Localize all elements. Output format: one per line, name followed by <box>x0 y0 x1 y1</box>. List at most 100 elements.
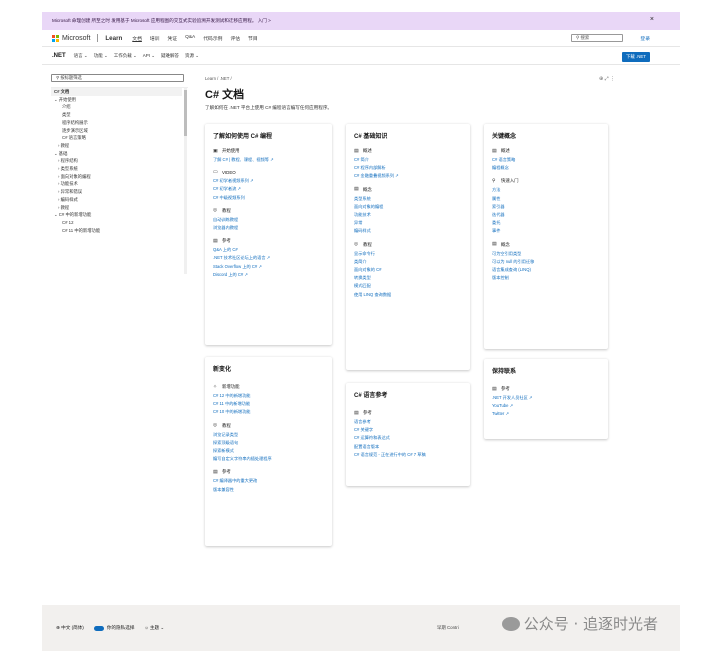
toc-item-oop[interactable]: › 面向对象的编程 <box>51 173 188 181</box>
toc-item-language-strategy[interactable]: C# 语言策略 <box>51 134 188 142</box>
search-input[interactable]: ⚲ 搜索 <box>571 34 623 42</box>
subnav-api[interactable]: API ⌄ <box>143 53 155 59</box>
card-link[interactable]: Twitter ↗ <box>492 410 600 418</box>
toc-item-functional[interactable]: › 功能技术 <box>51 180 188 188</box>
subnav-resources[interactable]: 资源 ⌄ <box>185 53 199 59</box>
card-link[interactable]: 编程概念 <box>492 164 600 172</box>
page-actions[interactable]: ⊕ ⤢ ⋮ <box>599 76 615 82</box>
card-link[interactable]: .NET 技术社区论坛上的语言 ↗ <box>213 254 324 262</box>
card-link[interactable]: C# 运算符和表达式 <box>354 434 462 442</box>
card-link[interactable]: 属性 <box>492 195 600 203</box>
card-link[interactable]: 语言参考 <box>354 418 462 426</box>
toc-item-fundamentals[interactable]: ⌄ 基础 <box>51 150 188 158</box>
toc-item-program-structure[interactable]: 程序结构展示 <box>51 119 188 127</box>
card-link[interactable]: 浏览记录类型 <box>213 431 324 439</box>
card-link[interactable]: Q&A 上的 C# <box>213 246 324 254</box>
toc-item-get-started[interactable]: ⌄ 开始使用 <box>51 96 188 104</box>
toc-item-types[interactable]: 类型 <box>51 111 188 119</box>
card-link[interactable]: 迭代器 <box>492 211 600 219</box>
card-link[interactable]: 版本控制 <box>492 274 600 282</box>
card-link[interactable]: C# 语言规范 - 正在进行中的 C# 7 草稿 <box>354 451 462 459</box>
card-link[interactable]: 委托 <box>492 219 600 227</box>
card-link[interactable]: 编码样式 <box>354 227 462 235</box>
card-link[interactable]: 面向对象的 C# <box>354 266 462 274</box>
card-link[interactable]: YouTube ↗ <box>492 402 600 410</box>
microsoft-logo[interactable]: Microsoft <box>52 34 90 42</box>
card-link[interactable]: 探索顶级语句 <box>213 439 324 447</box>
card-link[interactable]: C# 金融重叠视频系列 ↗ <box>354 172 462 180</box>
card-link[interactable]: 模式匹配 <box>354 282 462 290</box>
card-link[interactable]: 探索新模式 <box>213 447 324 455</box>
card-link[interactable]: 转换类型 <box>354 274 462 282</box>
toc-item-intro[interactable]: 介绍 <box>51 103 188 111</box>
card-link[interactable]: 编写自定义字符串内插处理程序 <box>213 455 324 463</box>
toc-item-type-system[interactable]: › 类型系统 <box>51 165 188 173</box>
toc-item-whats-new[interactable]: ⌄ C# 中的新增功能 <box>51 211 188 219</box>
subnav-languages[interactable]: 语言 ⌄ <box>74 53 88 59</box>
card-link[interactable]: 显示命令行 <box>354 250 462 258</box>
card-link[interactable]: 事件 <box>492 227 600 235</box>
card-link[interactable]: 索引器 <box>492 203 600 211</box>
toc-item-coding-style[interactable]: › 编码样式 <box>51 196 188 204</box>
sign-in-link[interactable]: 登录 <box>640 35 650 42</box>
card-link[interactable]: 异常 <box>354 219 462 227</box>
theme-selector[interactable]: ☼ 主题 ⌄ <box>144 625 164 631</box>
nav-training[interactable]: 培训 <box>150 35 160 42</box>
card-link[interactable]: C# 初学者视频系列 ↗ <box>213 177 324 185</box>
toc-item-csharp-docs[interactable]: C# 文档 <box>51 88 182 96</box>
subnav-features[interactable]: 功能 ⌄ <box>94 53 108 59</box>
toc-item-tutorials[interactable]: › 教程 <box>51 142 188 150</box>
card-link[interactable]: C# 11 中的新增功能 <box>213 400 324 408</box>
card-link[interactable]: Stack Overflow 上的 C# ↗ <box>213 263 324 271</box>
toc-item-csharp-12[interactable]: C# 12 <box>51 219 188 227</box>
card-link[interactable]: C# 编译器中的重大更改 <box>213 477 324 485</box>
nav-credentials[interactable]: 凭证 <box>167 35 177 42</box>
toc-item-csharp-11[interactable]: C# 11 中的新增功能 <box>51 227 188 235</box>
card-link[interactable]: 使用 LINQ 查询数据 <box>354 291 462 299</box>
subnav-troubleshooting[interactable]: 疑难解答 <box>161 53 179 59</box>
nav-docs[interactable]: 文档 <box>132 35 142 42</box>
subnav-workloads[interactable]: 工作负载 ⌄ <box>114 53 137 59</box>
learn-link[interactable]: Learn <box>105 35 122 42</box>
nav-qa[interactable]: Q&A <box>185 35 195 42</box>
card-link[interactable]: C# 关键字 <box>354 426 462 434</box>
card-link[interactable]: .NET 开发人员社区 ↗ <box>492 394 600 402</box>
card-link[interactable]: Discord 上的 C# ↗ <box>213 271 324 279</box>
card-link[interactable]: C# 简介 <box>354 156 462 164</box>
card-link[interactable]: 配置语言版本 <box>354 443 462 451</box>
nav-code-samples[interactable]: 代码示例 <box>203 35 222 42</box>
card-link[interactable]: C# 初学者流 ↗ <box>213 185 324 193</box>
card-link[interactable]: 类型系统 <box>354 195 462 203</box>
card-link[interactable]: 版本兼容性 <box>213 486 324 494</box>
breadcrumb[interactable]: Learn / .NET / <box>205 76 615 81</box>
language-selector[interactable]: ⊕ 中文 (简体) <box>56 625 84 631</box>
scrollbar-thumb[interactable] <box>184 90 187 136</box>
card-link[interactable]: C# 中级视频系列 <box>213 194 324 202</box>
filter-input[interactable]: ⚲ 按标题筛选 <box>51 74 184 82</box>
download-dotnet-button[interactable]: 下载 .NET <box>621 52 650 62</box>
card-link[interactable]: 功能技术 <box>354 211 462 219</box>
card-link[interactable]: C# 语言策略 <box>492 156 600 164</box>
card-link[interactable]: C# 10 中的新增功能 <box>213 408 324 416</box>
product-title[interactable]: .NET <box>52 53 66 59</box>
card-link[interactable]: 语言集成查询 (LINQ) <box>492 266 600 274</box>
nav-shows[interactable]: 节目 <box>248 35 258 42</box>
sidebar-scrollbar[interactable] <box>184 88 187 274</box>
card-link[interactable]: C# 程序内部解析 <box>354 164 462 172</box>
card-link[interactable]: 浏览器内教程 <box>213 224 324 232</box>
card-link[interactable]: 了解 C# | 教程、课程、视频等 ↗ <box>213 156 324 164</box>
card-link[interactable]: 方法 <box>492 186 600 194</box>
card-link[interactable]: C# 12 中的新增功能 <box>213 392 324 400</box>
toc-item-exceptions[interactable]: › 异常和错误 <box>51 188 188 196</box>
toc-item-program-structure-2[interactable]: › 程序结构 <box>51 157 188 165</box>
card-link[interactable]: 自动训练教程 <box>213 216 324 224</box>
previous-versions-link[interactable]: 早期 Contri <box>437 625 459 631</box>
card-link[interactable]: 类简介 <box>354 258 462 266</box>
toc-item-tutorials-2[interactable]: › 教程 <box>51 204 188 212</box>
nav-assessments[interactable]: 评估 <box>230 35 240 42</box>
close-icon[interactable]: × <box>650 16 654 23</box>
card-link[interactable]: 面向对象的编程 <box>354 203 462 211</box>
privacy-choices-link[interactable]: 你的隐私选择 <box>93 625 134 631</box>
toc-item-walkthrough[interactable]: 逐步演示区域 <box>51 127 188 135</box>
banner-text[interactable]: Microsoft 命理创建 所至之时 发用基于 Microsoft 应用程图的… <box>52 18 271 24</box>
